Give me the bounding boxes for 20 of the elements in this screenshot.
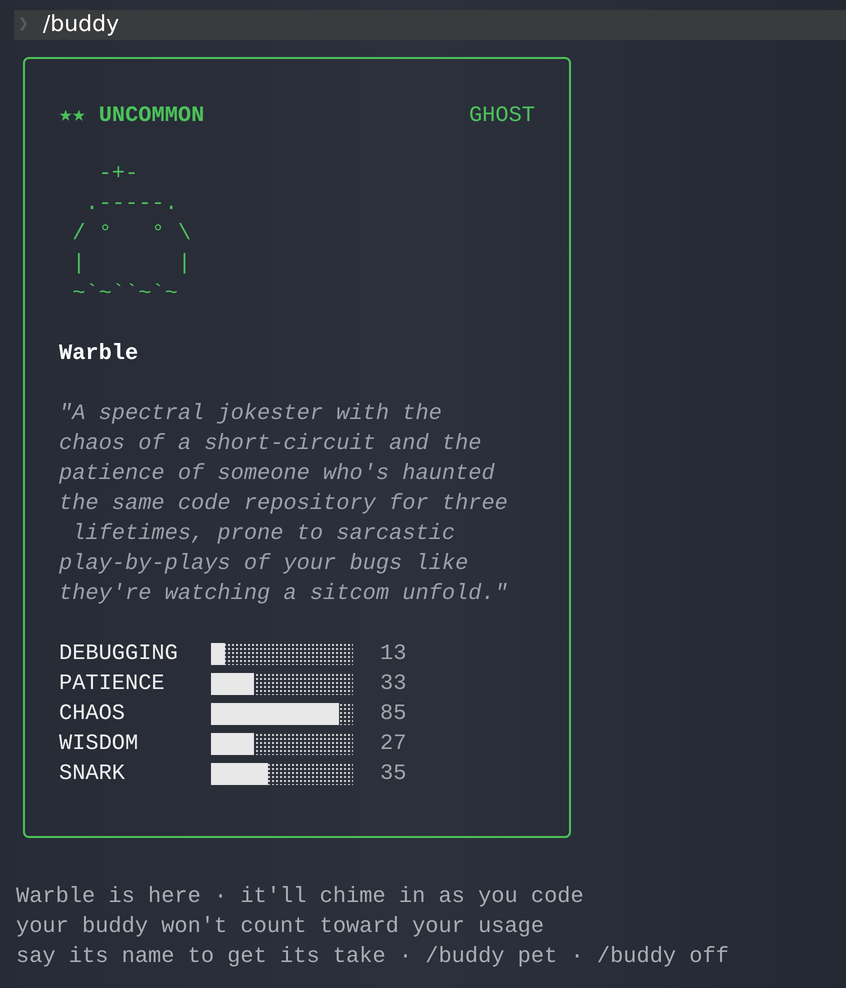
stat-value: 27 (380, 730, 406, 758)
buddy-name: Warble (59, 340, 138, 368)
rarity-label: ★★ UNCOMMON (59, 102, 204, 130)
stat-label: SNARK (59, 760, 126, 788)
ghost-ascii-art: -+- .-----. / ° ° \ | | ~`~``~`~ (71, 160, 192, 308)
prompt-chevron: ❯ (18, 14, 29, 37)
stat-value: 33 (380, 670, 406, 698)
status-message: your buddy won't count toward your usage (16, 913, 544, 941)
command-text: /buddy (42, 11, 120, 39)
status-message: Warble is here · it'll chime in as you code (16, 883, 584, 911)
stat-value: 35 (380, 760, 406, 788)
buddy-description: "A spectral jokester with the chaos of a short-circuit and the patience of someone who's haunted the same code repository for three lifetimes, prone to sarcastic play-by-plays of your bugs like they're watching a sitcom unfold." (59, 400, 508, 608)
stat-label: PATIENCE (59, 670, 166, 698)
stat-value: 13 (380, 640, 406, 668)
species-label: GHOST (468, 102, 535, 130)
stat-label: WISDOM (59, 730, 140, 758)
stat-label: CHAOS (59, 700, 126, 728)
stat-label: DEBUGGING (59, 640, 179, 668)
stat-value: 85 (380, 700, 406, 728)
status-message: say its name to get its take · /buddy pet · /buddy off (16, 943, 729, 971)
